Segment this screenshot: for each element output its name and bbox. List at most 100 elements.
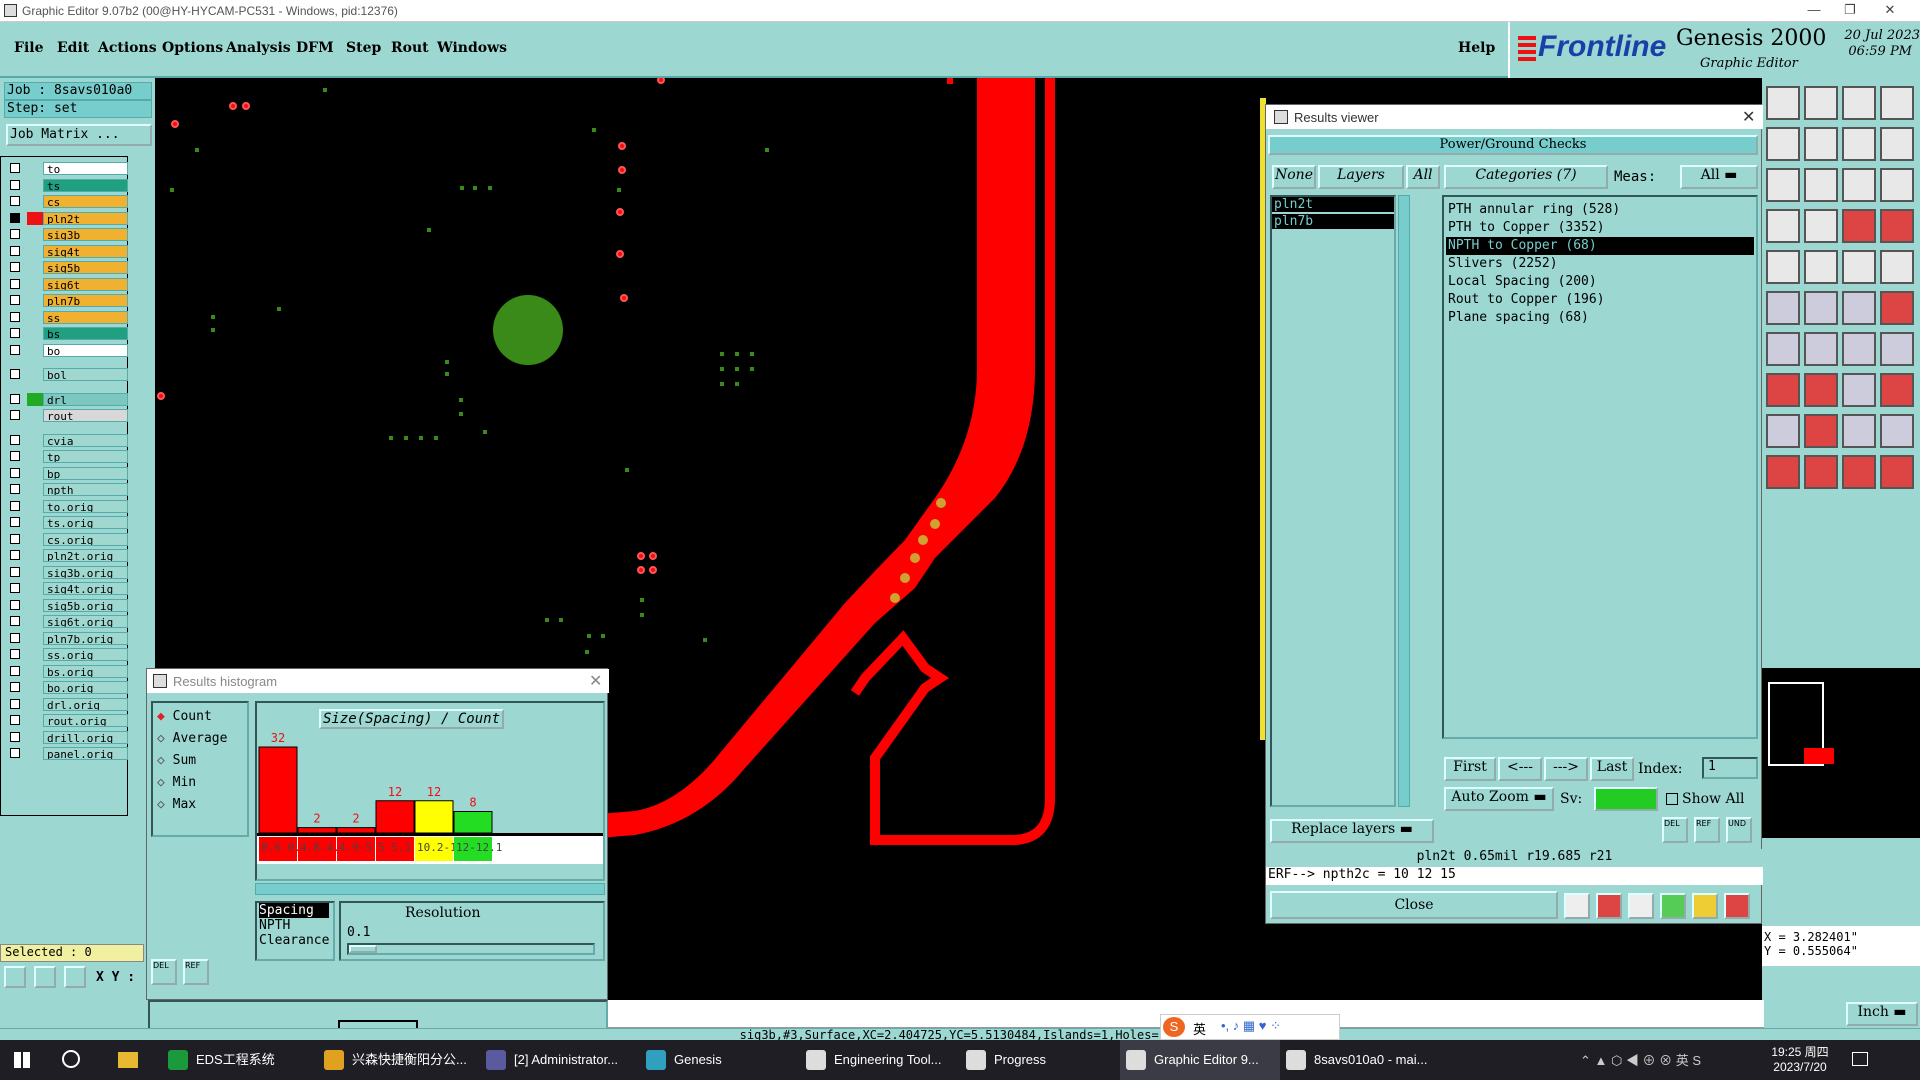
layer-name[interactable]: cs [43,195,128,208]
measure-tool-icon[interactable] [34,966,56,988]
layer-checkbox[interactable] [10,410,20,420]
layer-row-bs-orig[interactable]: bs.orig [5,664,128,679]
node-icon[interactable] [1842,291,1876,325]
prev-button[interactable]: <--- [1498,757,1542,781]
last-button[interactable]: Last [1590,757,1634,781]
layer-name[interactable]: drl [43,392,128,406]
layer-color-swatch[interactable] [27,327,43,340]
layer-color-swatch[interactable] [27,343,43,357]
notes-icon[interactable] [1692,893,1718,919]
grid-icon[interactable] [1804,209,1838,243]
job-matrix-button[interactable]: Job Matrix ... [6,124,152,146]
replace-layers-dropdown[interactable]: Replace layers ▬ [1270,819,1434,843]
layer-row-bp[interactable]: bp [5,466,128,481]
layer-color-swatch[interactable] [27,178,43,192]
layer-checkbox[interactable] [10,715,20,725]
taskbar-item[interactable]: Graphic Editor 9... [1120,1040,1280,1080]
layer-name[interactable]: drill.orig [43,730,128,744]
layer-checkbox[interactable] [10,369,20,379]
close-icon[interactable]: ✕ [1742,107,1755,127]
layer-color-swatch[interactable] [27,582,43,595]
layer-checkbox[interactable] [10,245,20,256]
all-button[interactable]: All [1406,165,1440,189]
list-item[interactable]: PTH to Copper (3352) [1446,219,1754,237]
list-item[interactable]: pln7b [1272,214,1394,229]
show-all-checkbox[interactable] [1666,793,1678,805]
layer-row-sig5b[interactable]: sig5b [5,260,128,275]
auto-zoom-dropdown[interactable]: Auto Zoom ▬ [1444,787,1554,811]
list-item[interactable]: Plane spacing (68) [1446,309,1754,327]
radio-icon[interactable]: ◆ [157,709,173,724]
histogram-bar[interactable] [375,800,415,834]
layer-checkbox[interactable] [10,583,20,593]
layer-color-swatch[interactable] [27,648,43,661]
layer-color-swatch[interactable] [27,516,43,529]
layer-checkbox[interactable] [10,566,20,577]
close-button[interactable]: Close [1270,891,1558,919]
layer-name[interactable]: ts.orig [43,516,128,529]
histogram-bar[interactable] [336,827,376,834]
histogram-bar[interactable] [453,811,493,834]
taskbar-item[interactable]: 兴森快捷衡阳分公... [318,1040,478,1080]
option-max[interactable]: ◇ Max [157,797,196,812]
layer-checkbox[interactable] [10,533,20,544]
option-average[interactable]: ◇ Average [157,731,227,746]
layer-name[interactable]: sig4t [43,244,128,258]
meas-dropdown[interactable]: All ▬ [1680,165,1758,189]
list-item[interactable]: pln2t [1272,197,1394,212]
layer-checkbox[interactable] [10,196,20,206]
option-sum[interactable]: ◇ Sum [157,753,196,768]
layer-checkbox[interactable] [10,295,20,305]
layer-row-bs[interactable]: bs [5,326,128,341]
layer-checkbox[interactable] [10,311,20,322]
histogram-scrollbar[interactable] [255,883,605,895]
layer-color-swatch[interactable] [27,532,43,546]
taskbar-item[interactable]: Engineering Tool... [800,1040,960,1080]
layer-color-swatch[interactable] [27,195,43,208]
notification-icon[interactable] [1852,1052,1868,1066]
ruler-icon[interactable] [1842,250,1876,284]
layer-name[interactable]: sig4t.orig [43,582,128,595]
taskbar-item[interactable]: Progress [960,1040,1120,1080]
join-icon[interactable] [1842,373,1876,407]
list-item[interactable]: Local Spacing (200) [1446,273,1754,291]
peak-icon[interactable] [1880,414,1914,448]
menu-step[interactable]: Step [346,40,381,56]
layer-name[interactable]: rout.orig [43,714,128,727]
open-icon[interactable] [1842,86,1876,120]
minus-icon[interactable] [1804,373,1838,407]
layer-row-to-orig[interactable]: to.orig [5,499,128,514]
layer-name[interactable]: rout [43,409,128,422]
metric-list[interactable]: Spacing NPTH Clearance [255,901,335,961]
layer-color-swatch[interactable] [27,483,43,496]
layer-name[interactable]: pln7b [43,294,128,307]
category-list[interactable]: PTH annular ring (528) PTH to Copper (335… [1442,195,1758,739]
layer-checkbox[interactable] [10,649,20,659]
layer-checkbox[interactable] [10,484,20,494]
layer-color-swatch[interactable] [27,368,43,381]
layer-checkbox[interactable] [10,517,20,527]
layer-name[interactable]: ss.orig [43,648,128,661]
layer-color-swatch[interactable] [27,211,43,225]
layer-name[interactable]: to [43,162,128,175]
layer-name[interactable]: pln2t [43,211,128,225]
layers-button[interactable]: Layers [1318,165,1404,189]
layer-row-pln2t[interactable]: pln2t [5,211,128,226]
list-item[interactable]: Rout to Copper (196) [1446,291,1754,309]
layer-row-drl-orig[interactable]: drl.orig [5,697,128,712]
layer-list-scrollbar[interactable] [1398,195,1410,807]
menu-options[interactable]: Options [162,40,223,56]
layout-icon[interactable] [1880,86,1914,120]
layer-checkbox[interactable] [10,179,20,190]
layer-checkbox[interactable] [10,599,20,610]
radio-icon[interactable]: ◇ [157,753,173,768]
grid-tool-icon[interactable] [64,966,86,988]
lasso-icon[interactable] [1842,455,1876,489]
layer-row-rout[interactable]: rout [5,408,128,423]
close-window-button[interactable]: ✕ [1876,2,1904,20]
layer-name[interactable]: sig5b.orig [43,598,128,612]
layer-name[interactable]: bo [43,343,128,357]
layer-color-swatch[interactable] [27,409,43,422]
layer-color-swatch[interactable] [27,615,43,628]
layer-color-swatch[interactable] [27,747,43,760]
